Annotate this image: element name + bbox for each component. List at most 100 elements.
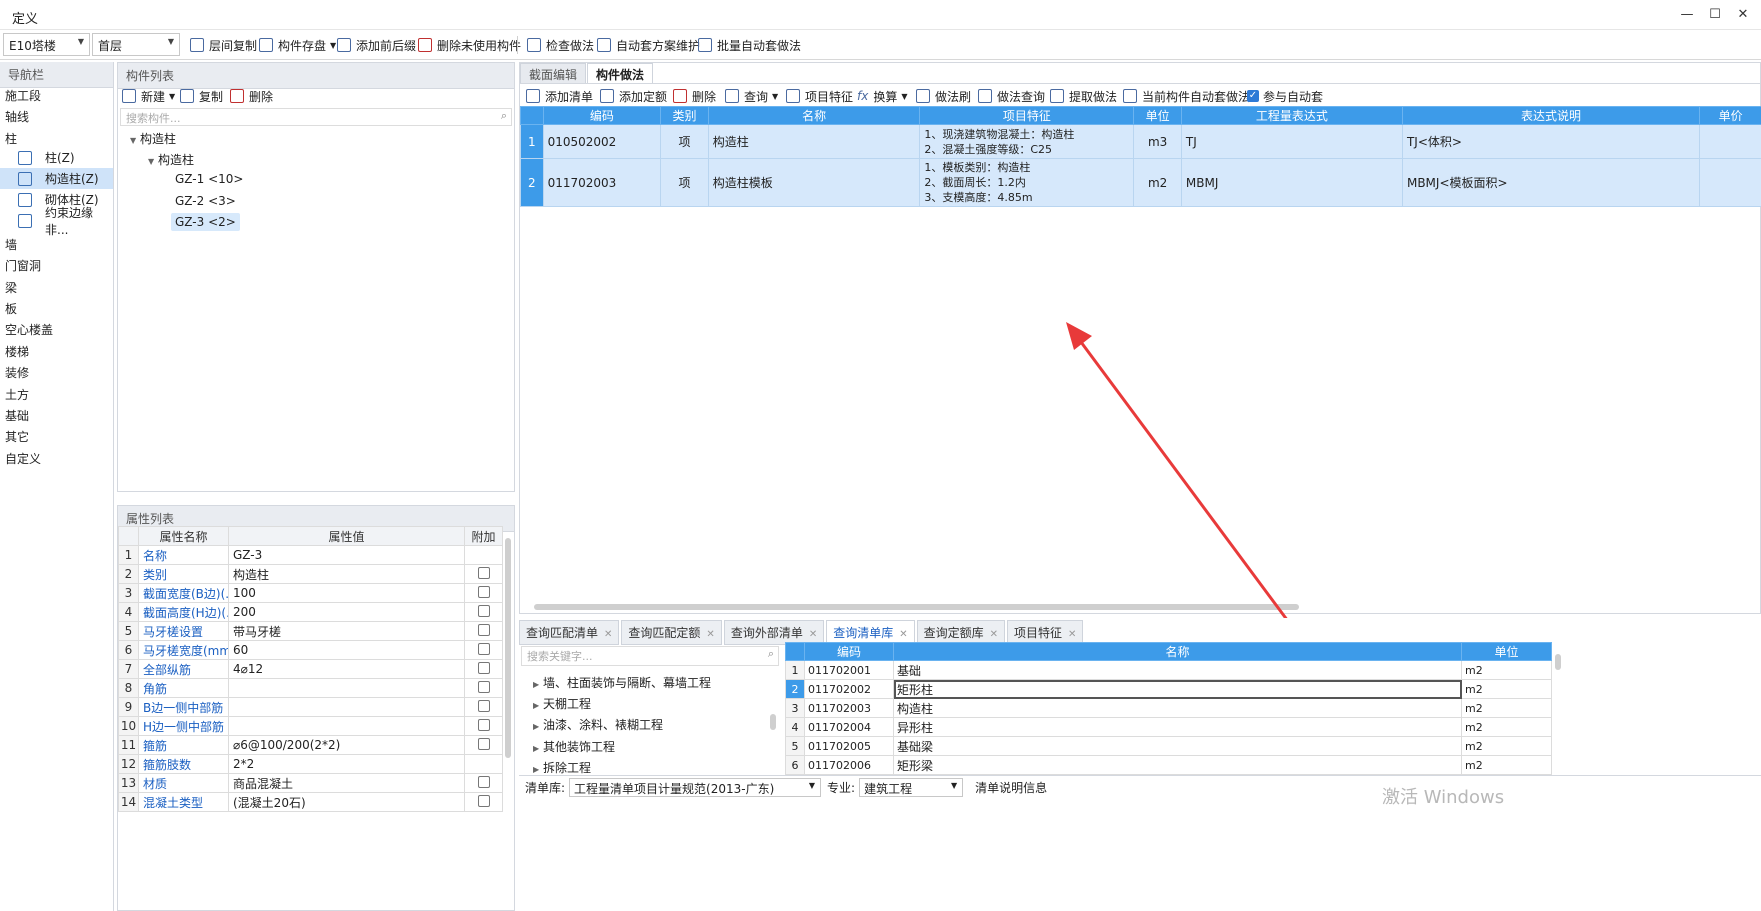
close-icon[interactable]: ✕ — [706, 629, 714, 640]
delete-button[interactable]: 删除 — [673, 87, 716, 105]
nav-item-hollow-floor[interactable]: 空心楼盖 — [5, 321, 53, 338]
category-item[interactable]: ▶ 油漆、涂料、裱糊工程 — [533, 716, 663, 733]
maximize-icon[interactable]: ☐ — [1704, 4, 1726, 26]
category-item[interactable]: ▶ 墙、柱面装饰与隔断、幕墙工程 — [533, 674, 711, 691]
add-prefix-button[interactable]: 添加前后缀 — [337, 36, 416, 54]
property-scrollbar[interactable] — [505, 538, 511, 758]
table-row[interactable]: 3 011702003 构造柱 m2 — [785, 698, 1552, 718]
nav-item-custom[interactable]: 自定义 — [5, 450, 41, 467]
building-select[interactable]: E10塔楼 ▼ — [3, 33, 90, 56]
table-row[interactable]: 6 011702006 矩形梁 m2 — [785, 755, 1552, 775]
auto-participate-checkbox[interactable]: ✓ 参与自动套 — [1247, 87, 1323, 105]
tree-leaf-gz2[interactable]: GZ-2 <3> — [175, 194, 236, 208]
nav-item-column[interactable]: 柱 — [5, 130, 17, 147]
table-row[interactable]: 10 H边一侧中部筋 — [118, 716, 503, 736]
batch-auto-button[interactable]: 批量自动套做法 — [698, 36, 801, 54]
nav-item-segment[interactable]: 施工段 — [5, 87, 41, 104]
nav-sub-column[interactable]: 柱(Z) — [0, 147, 113, 168]
table-row[interactable]: 14 混凝土类型 (混凝土20石) — [118, 792, 503, 812]
table-row[interactable]: 4 截面高度(H边)(... 200 — [118, 602, 503, 622]
close-icon[interactable]: ✕ — [809, 629, 817, 640]
nav-item-other[interactable]: 其它 — [5, 428, 29, 445]
list-scrollbar[interactable] — [1555, 654, 1561, 670]
table-row[interactable]: 3 截面宽度(B边)(... 100 — [118, 583, 503, 603]
nav-item-slab[interactable]: 板 — [5, 300, 17, 317]
add-list-button[interactable]: 添加清单 — [526, 87, 593, 105]
table-row[interactable]: 8 角筋 — [118, 678, 503, 698]
new-component-button[interactable]: 新建 ▼ — [122, 87, 175, 105]
close-icon[interactable]: ✕ — [1068, 629, 1076, 640]
nav-item-axis[interactable]: 轴线 — [5, 108, 29, 125]
nav-item-door-window[interactable]: 门窗洞 — [5, 257, 41, 274]
checkbox[interactable] — [477, 661, 490, 674]
checkbox[interactable] — [477, 623, 490, 636]
checkbox[interactable] — [477, 737, 490, 750]
nav-item-foundation[interactable]: 基础 — [5, 407, 29, 424]
tab-match-list[interactable]: 查询匹配清单 ✕ — [519, 620, 620, 645]
list-info-link[interactable]: 清单说明信息 — [975, 779, 1047, 796]
tree-leaf-gz3[interactable]: GZ-3 <2> — [171, 213, 240, 231]
major-select[interactable]: 建筑工程 ▼ — [859, 778, 964, 797]
save-component-button[interactable]: 构件存盘 ▼ — [259, 36, 336, 54]
add-quota-button[interactable]: 添加定额 — [600, 87, 667, 105]
item-feature-button[interactable]: 项目特征 — [786, 87, 853, 105]
convert-button[interactable]: fx 换算 ▼ — [857, 87, 908, 105]
nav-sub-construct-column[interactable]: 构造柱(Z) — [0, 168, 113, 189]
library-select[interactable]: 工程量清单项目计量规范(2013-广东) ▼ — [569, 778, 822, 797]
delete-unused-button[interactable]: 删除未使用构件 — [418, 36, 521, 54]
extract-method-button[interactable]: 提取做法 — [1050, 87, 1117, 105]
checkbox[interactable] — [477, 680, 490, 693]
nav-sub-edge-column[interactable]: 约束边缘非... — [0, 206, 113, 237]
tree-child[interactable]: ▼ 构造柱 — [148, 151, 194, 168]
category-scrollbar[interactable] — [770, 714, 776, 730]
checkbox[interactable] — [477, 604, 490, 617]
minimize-icon[interactable]: — — [1676, 4, 1698, 26]
table-row[interactable]: 12 箍筋肢数 2*2 — [118, 754, 503, 774]
checkbox[interactable] — [477, 585, 490, 598]
checkbox[interactable] — [477, 566, 490, 579]
method-query-button[interactable]: 做法查询 — [978, 87, 1045, 105]
floor-copy-button[interactable]: 层间复制 — [190, 36, 257, 54]
check-method-button[interactable]: 检查做法 — [527, 36, 594, 54]
floor-select[interactable]: 首层 ▼ — [92, 33, 180, 56]
nav-item-decoration[interactable]: 装修 — [5, 364, 29, 381]
table-row[interactable]: 7 全部纵筋 4⌀12 — [118, 659, 503, 679]
method-brush-button[interactable]: 做法刷 — [916, 87, 971, 105]
close-icon[interactable]: ✕ — [604, 629, 612, 640]
close-icon[interactable]: ✕ — [990, 629, 998, 640]
table-row[interactable]: 1 010502002 项 构造柱 1、现浇建筑物混凝土：构造柱 2、混凝土强度等… — [520, 124, 1761, 159]
nav-item-wall[interactable]: 墙 — [5, 236, 17, 253]
nav-item-beam[interactable]: 梁 — [5, 279, 17, 296]
category-item[interactable]: ▶ 天棚工程 — [533, 695, 591, 712]
checkbox[interactable] — [477, 718, 490, 731]
copy-component-button[interactable]: 复制 — [180, 87, 223, 105]
table-row[interactable]: 6 马牙槎宽度(mm) 60 — [118, 640, 503, 660]
category-item[interactable]: ▶ 其他装饰工程 — [533, 738, 615, 755]
table-row[interactable]: 9 B边一侧中部筋 — [118, 697, 503, 717]
keyword-search-input[interactable]: 搜索关键字... ⌕ — [521, 646, 779, 666]
table-row[interactable]: 2 011702003 项 构造柱模板 1、模板类别：构造柱 2、截面周长：1.2… — [520, 158, 1761, 207]
table-row[interactable]: 2 011702002 矩形柱 m2 — [785, 679, 1552, 699]
tree-leaf-gz1[interactable]: GZ-1 <10> — [175, 172, 243, 186]
checkbox[interactable] — [477, 794, 490, 807]
checkbox[interactable] — [477, 699, 490, 712]
table-row[interactable]: 5 011702005 基础梁 m2 — [785, 736, 1552, 756]
component-search-input[interactable]: 搜索构件... ⌕ — [120, 108, 512, 126]
tree-root[interactable]: ▼ 构造柱 — [130, 130, 176, 147]
table-row[interactable]: 2 类别 构造柱 — [118, 564, 503, 584]
table-row[interactable]: 5 马牙槎设置 带马牙槎 — [118, 621, 503, 641]
table-row[interactable]: 11 箍筋 ⌀6@100/200(2*2) — [118, 735, 503, 755]
close-icon[interactable]: ✕ — [1732, 4, 1754, 26]
delete-component-button[interactable]: 删除 — [230, 87, 273, 105]
checkbox[interactable] — [477, 642, 490, 655]
tab-component-method[interactable]: 构件做法 — [587, 63, 654, 83]
nav-item-earthwork[interactable]: 土方 — [5, 386, 29, 403]
query-button[interactable]: 查询 ▼ — [725, 87, 778, 105]
checkbox[interactable] — [477, 775, 490, 788]
auto-scheme-button[interactable]: 自动套方案维护 — [597, 36, 700, 54]
nav-item-stair[interactable]: 楼梯 — [5, 343, 29, 360]
tab-match-quota[interactable]: 查询匹配定额 ✕ — [621, 620, 722, 645]
category-item[interactable]: ▶ 拆除工程 — [533, 759, 591, 776]
current-auto-method-button[interactable]: 当前构件自动套做法 — [1123, 87, 1250, 105]
table-row[interactable]: 1 名称 GZ-3 — [118, 545, 503, 565]
